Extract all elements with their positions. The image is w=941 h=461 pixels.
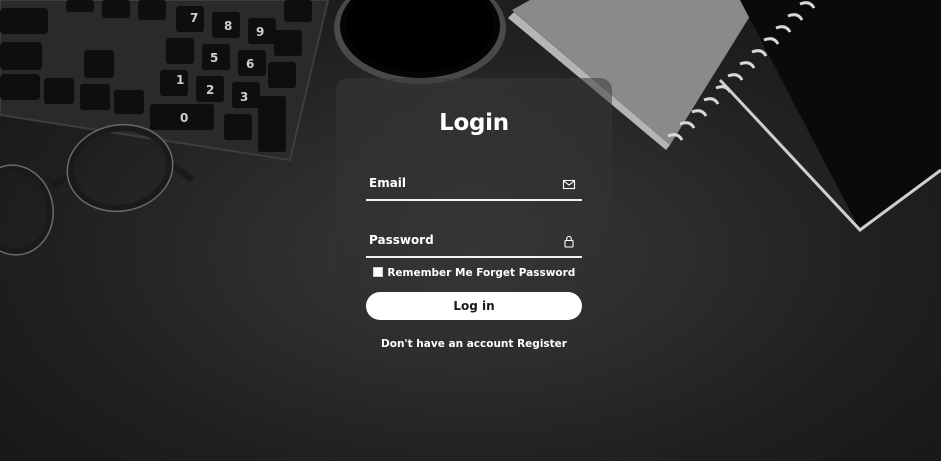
register-link[interactable]: Register (517, 338, 567, 350)
svg-text:5: 5 (210, 51, 218, 65)
svg-text:7: 7 (190, 11, 198, 25)
coffee-cup-image (334, 0, 506, 84)
envelope-icon (562, 179, 576, 190)
svg-text:2: 2 (206, 83, 214, 97)
keyboard-image: 8 9 7 5 6 1 2 3 0 (0, 0, 330, 162)
login-button[interactable]: Log in (366, 292, 582, 320)
svg-text:9: 9 (256, 25, 264, 39)
forgot-password-link[interactable]: Forget Password (476, 267, 575, 279)
svg-text:1: 1 (176, 73, 184, 87)
login-page: 8 9 7 5 6 1 2 3 0 Login Email Remember M… (0, 0, 941, 461)
svg-text:6: 6 (246, 57, 254, 71)
email-field (366, 173, 582, 201)
lock-icon (564, 235, 574, 248)
email-input[interactable] (369, 173, 549, 193)
password-input[interactable] (369, 230, 549, 250)
login-title: Login (439, 110, 509, 136)
svg-text:8: 8 (224, 19, 232, 33)
svg-text:3: 3 (240, 90, 248, 104)
remember-me-checkbox[interactable] (372, 267, 383, 277)
no-account-text: Don't have an account (381, 338, 514, 350)
register-row: Don't have an account Register (336, 338, 612, 350)
svg-text:0: 0 (180, 111, 188, 125)
remember-forgot-row: Remember Me Forget Password (336, 267, 612, 279)
remember-me-label[interactable]: Remember Me (387, 267, 472, 279)
password-field (366, 230, 582, 258)
